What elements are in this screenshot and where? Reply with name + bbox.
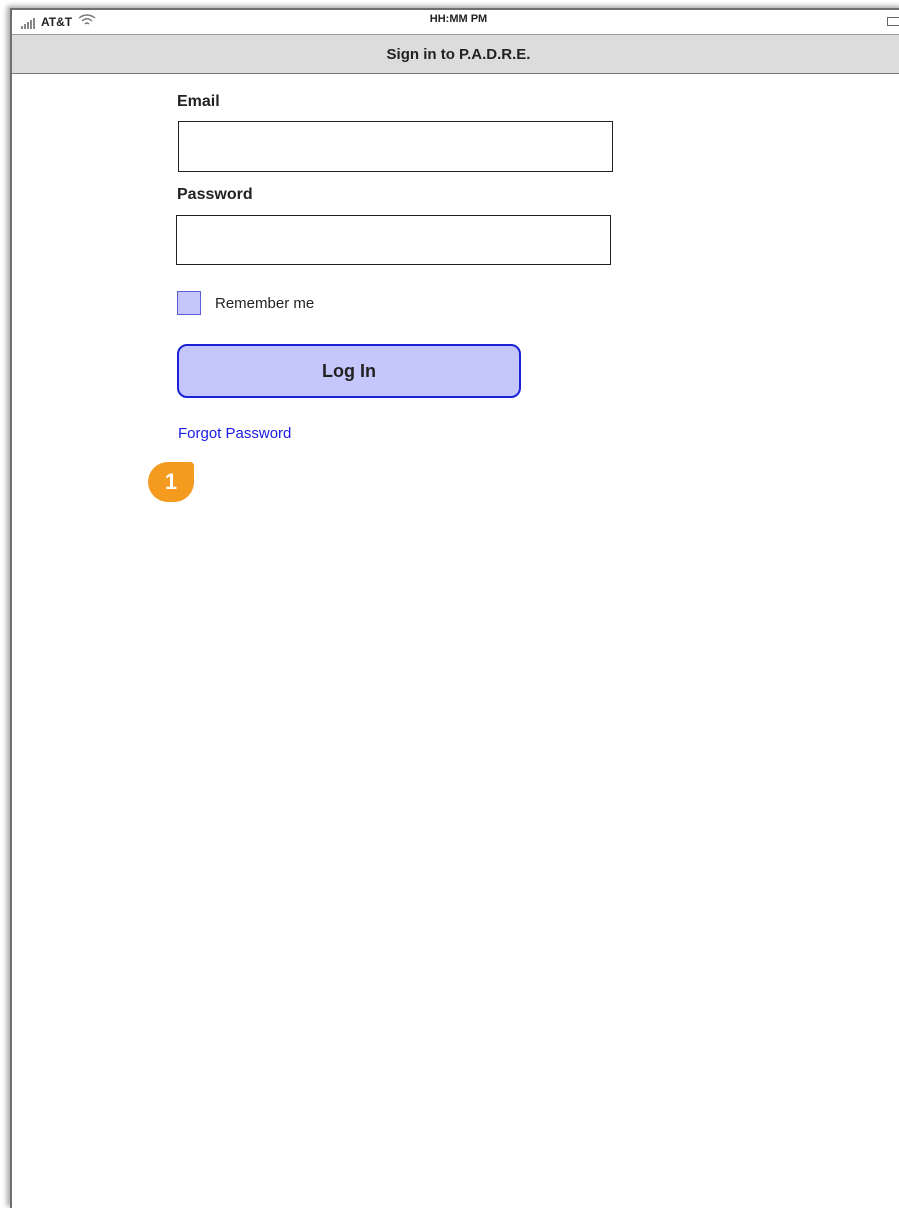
status-bar: AT&T HH:MM PM [12,10,899,35]
password-label: Password [177,186,253,203]
forgot-password-link[interactable]: Forgot Password [178,425,291,442]
status-time: HH:MM PM [429,13,488,25]
remember-me-label: Remember me [215,295,315,312]
annotation-callout-badge: 1 [148,462,194,502]
page-title: Sign in to P.A.D.R.E. [386,46,531,63]
battery-icon [887,17,899,26]
login-button[interactable]: Log In [177,344,521,398]
device-frame: AT&T HH:MM PM Sign in to P.A.D.R.E. Emai… [10,8,899,1208]
remember-me-checkbox[interactable] [177,291,201,315]
email-field[interactable] [178,121,613,172]
password-field[interactable] [176,215,611,265]
email-label: Email [177,93,220,110]
nav-bar: Sign in to P.A.D.R.E. [12,35,899,74]
